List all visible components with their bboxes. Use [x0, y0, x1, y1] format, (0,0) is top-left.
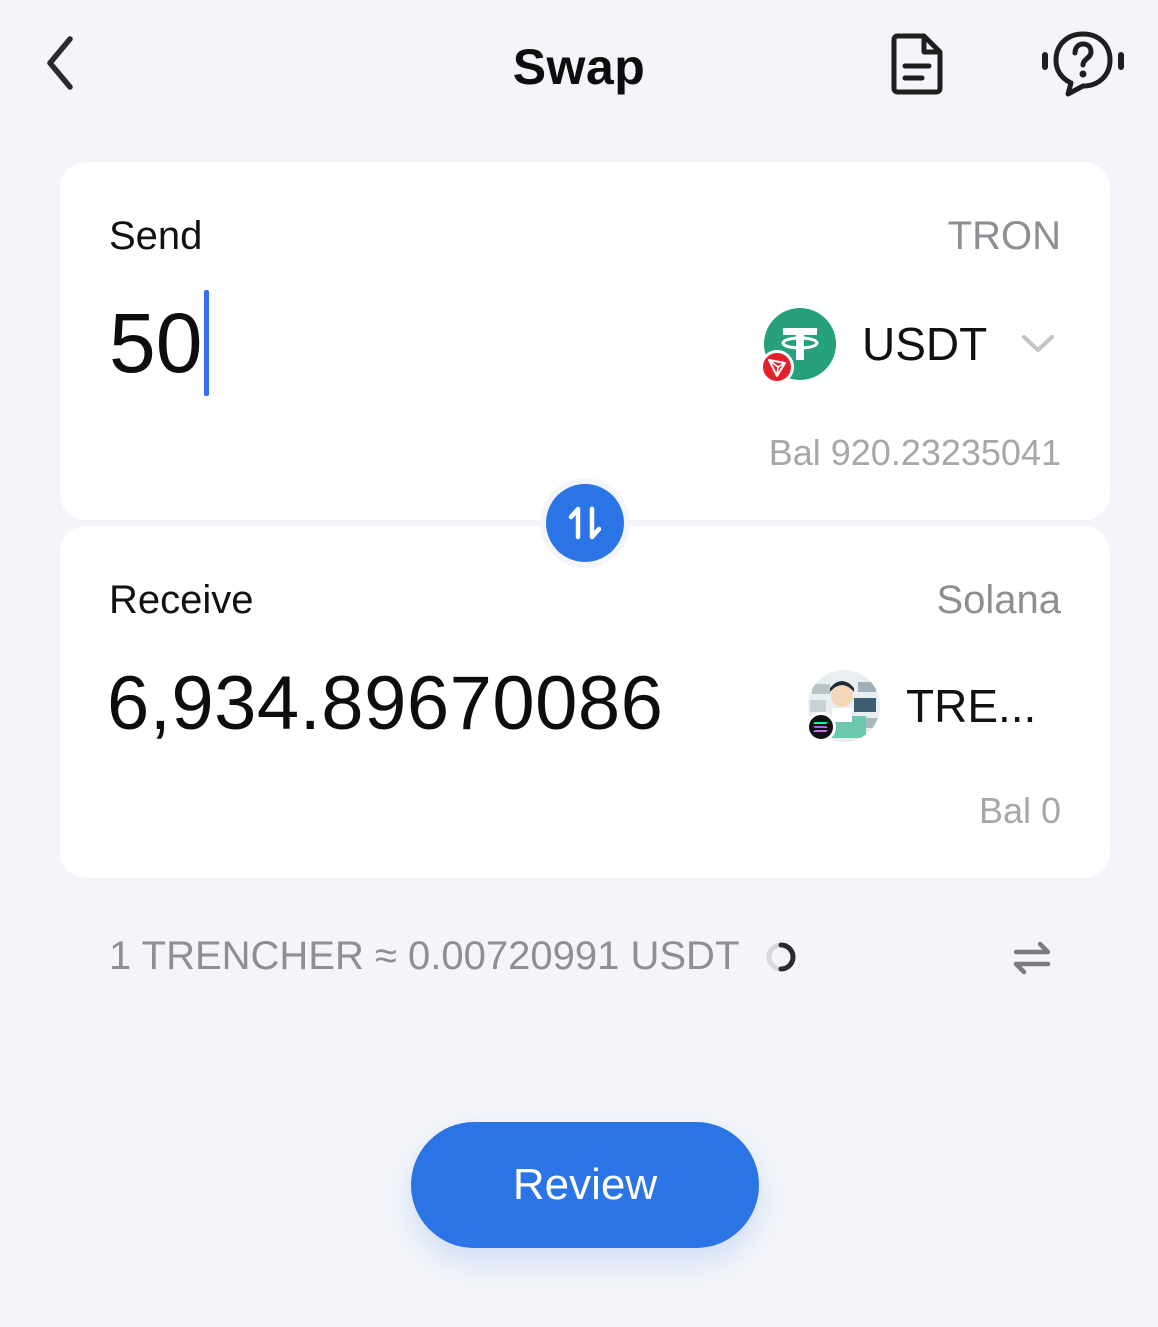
- loading-spinner-icon: [766, 942, 796, 971]
- receive-network: Solana: [936, 578, 1061, 622]
- document-icon: [891, 33, 943, 95]
- send-label: Send: [109, 214, 203, 258]
- chevron-down-icon: [1022, 335, 1055, 352]
- review-button[interactable]: Review: [411, 1122, 759, 1248]
- header: Swap: [0, 0, 1158, 130]
- send-amount-input[interactable]: 50: [109, 290, 210, 396]
- help-chat-icon: [1042, 31, 1124, 97]
- send-card: Send TRON 50 USDT Bal 920.23235041: [60, 162, 1110, 520]
- help-button[interactable]: [1040, 28, 1126, 100]
- send-network: TRON: [947, 214, 1061, 258]
- trencher-token-icon: [806, 670, 880, 742]
- send-token-selector[interactable]: USDT: [760, 308, 1055, 384]
- solana-icon: [806, 712, 836, 742]
- receive-balance: Bal 0: [978, 790, 1061, 831]
- exchange-rate-text: 1 TRENCHER ≈ 0.00720991 USDT: [109, 934, 740, 978]
- receive-amount-value: 6,934.89670086: [107, 661, 664, 746]
- swap-screen: Swap Send TRON 50 USDT Bal 920.23235041 …: [0, 0, 1158, 1327]
- tron-icon: [760, 350, 794, 384]
- history-button[interactable]: [886, 30, 950, 98]
- exchange-rate-row: 1 TRENCHER ≈ 0.00720991 USDT: [109, 934, 797, 979]
- send-balance: Bal 920.23235041: [768, 432, 1061, 473]
- send-token-name: USDT: [862, 318, 988, 370]
- send-amount-value: 50: [109, 296, 203, 390]
- text-caret: [204, 290, 210, 396]
- receive-token-selector[interactable]: TRE...: [806, 670, 1037, 742]
- swap-direction-button[interactable]: [546, 484, 624, 562]
- swap-horizontal-icon: [1013, 941, 1051, 975]
- invert-rate-button[interactable]: [1010, 938, 1054, 978]
- tether-icon: [760, 308, 836, 384]
- page-title: Swap: [512, 39, 646, 95]
- swap-vertical-icon: [568, 506, 602, 540]
- receive-token-name: TRE...: [906, 680, 1037, 732]
- receive-label: Receive: [109, 578, 254, 622]
- receive-card: Receive Solana 6,934.89670086 TRE... Bal…: [60, 526, 1110, 878]
